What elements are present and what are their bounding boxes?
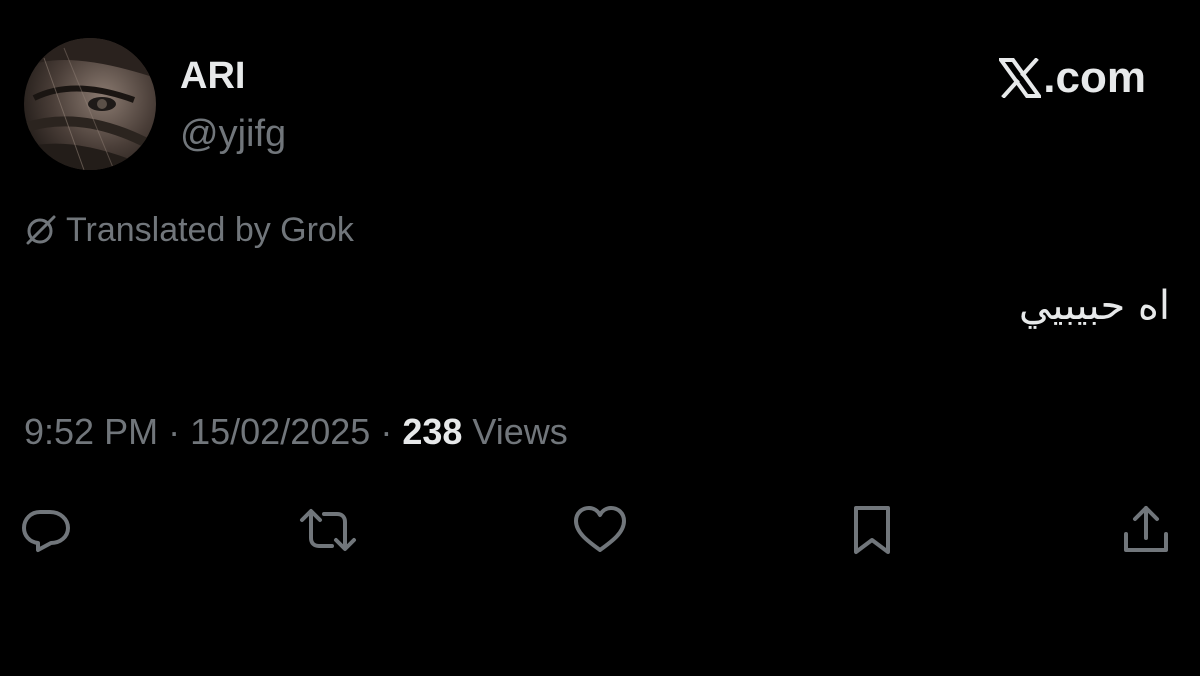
- heart-icon: [574, 506, 626, 552]
- meta-separator: ·: [168, 411, 181, 452]
- views-count[interactable]: 238: [402, 411, 462, 452]
- bookmark-button[interactable]: [842, 500, 902, 560]
- action-bar: [0, 500, 1200, 560]
- bookmark-icon: [854, 506, 890, 554]
- tweet-date[interactable]: 15/02/2025: [190, 411, 370, 452]
- display-name[interactable]: ARI: [180, 54, 245, 98]
- tweet-text: اه حبيبيي: [1018, 283, 1170, 329]
- user-handle[interactable]: @yjifg: [180, 112, 286, 156]
- brand-watermark: .com: [999, 52, 1146, 104]
- views-label[interactable]: Views: [472, 411, 567, 452]
- translation-notice[interactable]: Translated by Grok: [24, 208, 354, 252]
- share-icon: [1124, 506, 1168, 552]
- repost-button[interactable]: [298, 500, 358, 560]
- grok-icon: [26, 215, 56, 245]
- reply-icon: [22, 510, 70, 552]
- x-logo-icon: [999, 58, 1042, 98]
- translation-label: Translated by Grok: [66, 210, 354, 249]
- repost-icon: [300, 509, 356, 551]
- avatar-photo: [24, 38, 156, 170]
- meta-separator: ·: [380, 411, 393, 452]
- brand-label: .com: [1043, 53, 1146, 102]
- reply-button[interactable]: [16, 500, 76, 560]
- tweet-time[interactable]: 9:52 PM: [24, 411, 158, 452]
- tweet-meta: 9:52 PM · 15/02/2025 · 238 Views: [24, 408, 568, 456]
- like-button[interactable]: [570, 500, 630, 560]
- avatar[interactable]: [24, 38, 156, 170]
- share-button[interactable]: [1116, 500, 1176, 560]
